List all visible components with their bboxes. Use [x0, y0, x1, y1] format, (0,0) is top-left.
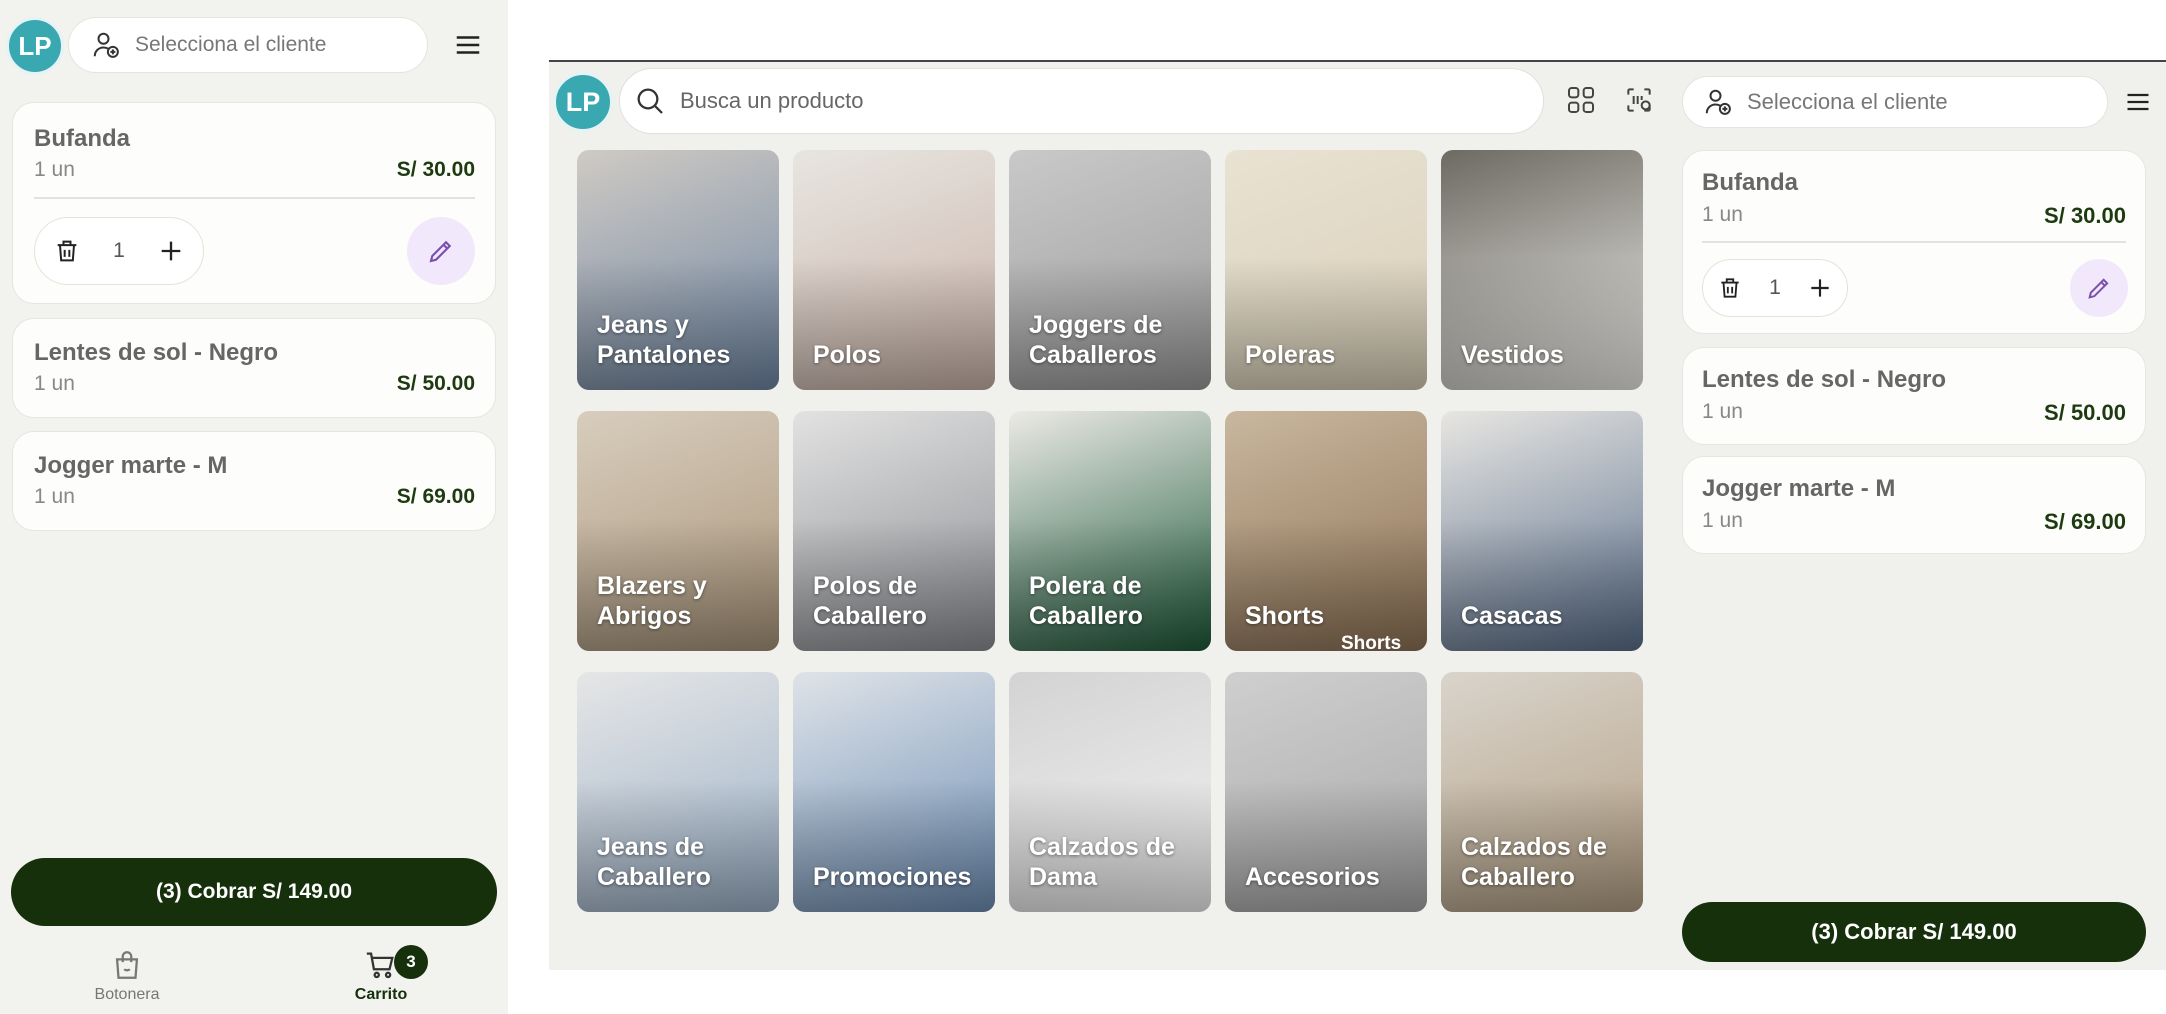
- cart-item-qty: 1 un: [1702, 203, 1743, 226]
- category-label: Blazers y Abrigos: [597, 572, 707, 630]
- cart-item[interactable]: Bufanda 1 un S/ 30.00 1: [1682, 150, 2146, 334]
- client-selector-label: Selecciona el cliente: [1747, 89, 1948, 114]
- mobile-pos-view: LP Selecciona el cliente Bufanda 1 un S/…: [0, 0, 508, 1014]
- category-label: Casacas: [1461, 602, 1563, 630]
- cart-item-name: Bufanda: [1702, 169, 1798, 196]
- desktop-pos-view: LP Busca un producto Selecciona el clien…: [549, 60, 2166, 970]
- cart-item-price: S/ 50.00: [2044, 400, 2126, 425]
- cart-item-qty: 1 un: [34, 485, 75, 508]
- category-tile[interactable]: Polos: [793, 150, 995, 390]
- category-tile[interactable]: Poleras: [1225, 150, 1427, 390]
- bottom-nav: Botonera Carrito 3: [0, 930, 508, 1014]
- category-label: Poleras: [1245, 341, 1336, 369]
- quantity-value: 1: [1769, 276, 1781, 299]
- cart-item-price: S/ 69.00: [2044, 509, 2126, 534]
- menu-icon[interactable]: [453, 30, 483, 65]
- cart-item-name: Lentes de sol - Negro: [34, 339, 279, 366]
- charge-button[interactable]: (3) Cobrar S/ 149.00: [1682, 902, 2146, 962]
- category-label: Polera de Caballero: [1029, 572, 1143, 630]
- category-label: Jeans y Pantalones: [597, 311, 731, 369]
- user-avatar[interactable]: LP: [553, 72, 613, 132]
- cart-item-qty: 1 un: [1702, 400, 1743, 423]
- grid-view-icon[interactable]: [1565, 84, 1597, 121]
- cart-item-qty: 1 un: [34, 158, 75, 181]
- scan-product-icon[interactable]: [1623, 84, 1655, 121]
- category-tile[interactable]: Polera de Caballero: [1009, 411, 1211, 651]
- client-selector-label: Selecciona el cliente: [135, 33, 327, 56]
- nav-carrito-label: Carrito: [354, 986, 408, 1003]
- category-label: Polos: [813, 341, 882, 369]
- cart-item[interactable]: Jogger marte - M 1 un S/ 69.00: [12, 431, 496, 531]
- divider: [1702, 241, 2126, 243]
- cart-item[interactable]: Lentes de sol - Negro 1 un S/ 50.00: [12, 318, 496, 418]
- edit-item-button[interactable]: [407, 217, 475, 285]
- client-selector[interactable]: Selecciona el cliente: [68, 17, 428, 73]
- shopping-bag-icon: [110, 948, 144, 982]
- pencil-icon: [426, 236, 456, 266]
- cart-item-name: Lentes de sol - Negro: [1702, 366, 1947, 393]
- category-label: Shorts: [1245, 602, 1325, 630]
- cart-item-qty: 1 un: [34, 372, 75, 395]
- cart-item[interactable]: Bufanda 1 un S/ 30.00 1: [12, 102, 496, 304]
- cart-item[interactable]: Jogger marte - M 1 un S/ 69.00: [1682, 456, 2146, 554]
- category-image-caption: Shorts: [1341, 633, 1402, 651]
- cart-icon: [364, 948, 398, 982]
- category-tile[interactable]: Calzados de Caballero: [1441, 672, 1643, 912]
- charge-button[interactable]: (3) Cobrar S/ 149.00: [11, 858, 497, 926]
- cart-item[interactable]: Lentes de sol - Negro 1 un S/ 50.00: [1682, 347, 2146, 445]
- category-label: Promociones: [813, 863, 972, 891]
- category-tile[interactable]: Casacas: [1441, 411, 1643, 651]
- product-search[interactable]: Busca un producto: [619, 68, 1544, 134]
- category-label: Joggers de Caballeros: [1029, 311, 1163, 369]
- search-icon: [634, 85, 666, 117]
- user-avatar[interactable]: LP: [6, 17, 64, 75]
- user-add-icon: [1703, 87, 1733, 117]
- cart-item-price: S/ 30.00: [2044, 203, 2126, 228]
- plus-icon[interactable]: [1807, 275, 1833, 301]
- category-tile[interactable]: Shorts Shorts: [1225, 411, 1427, 651]
- category-tile[interactable]: Promociones: [793, 672, 995, 912]
- cart-item-name: Jogger marte - M: [1702, 475, 1896, 502]
- quantity-value: 1: [113, 239, 125, 262]
- category-tile[interactable]: Joggers de Caballeros: [1009, 150, 1211, 390]
- category-tile[interactable]: Accesorios: [1225, 672, 1427, 912]
- nav-botonera[interactable]: Botonera: [82, 948, 172, 1004]
- category-label: Accesorios: [1245, 863, 1380, 891]
- cart-item-price: S/ 69.00: [396, 485, 475, 508]
- cart-item-name: Bufanda: [34, 125, 130, 152]
- cart-item-qty: 1 un: [1702, 509, 1743, 532]
- cart-item-name: Jogger marte - M: [34, 452, 228, 479]
- cart-item-price: S/ 30.00: [396, 158, 475, 181]
- trash-icon[interactable]: [53, 237, 81, 265]
- product-search-placeholder: Busca un producto: [680, 88, 864, 113]
- edit-item-button[interactable]: [2070, 259, 2128, 317]
- nav-botonera-label: Botonera: [94, 986, 160, 1003]
- category-label: Calzados de Dama: [1029, 833, 1175, 891]
- category-label: Jeans de Caballero: [597, 833, 711, 891]
- divider: [34, 197, 475, 199]
- quantity-stepper[interactable]: 1: [1702, 259, 1848, 317]
- trash-icon[interactable]: [1717, 275, 1743, 301]
- quantity-stepper[interactable]: 1: [34, 217, 204, 285]
- category-label: Vestidos: [1461, 341, 1564, 369]
- category-tile[interactable]: Vestidos: [1441, 150, 1643, 390]
- category-tile[interactable]: Calzados de Dama: [1009, 672, 1211, 912]
- client-selector[interactable]: Selecciona el cliente: [1682, 76, 2108, 128]
- category-tile[interactable]: Polos de Caballero: [793, 411, 995, 651]
- category-tile[interactable]: Jeans de Caballero: [577, 672, 779, 912]
- user-add-icon: [91, 30, 121, 60]
- category-tile[interactable]: Blazers y Abrigos: [577, 411, 779, 651]
- cart-count-badge: 3: [394, 945, 428, 979]
- plus-icon[interactable]: [157, 237, 185, 265]
- cart-item-price: S/ 50.00: [396, 372, 475, 395]
- category-tile[interactable]: Jeans y Pantalones: [577, 150, 779, 390]
- pencil-icon: [2085, 274, 2113, 302]
- category-label: Calzados de Caballero: [1461, 833, 1607, 891]
- menu-icon[interactable]: [2124, 88, 2152, 121]
- category-label: Polos de Caballero: [813, 572, 927, 630]
